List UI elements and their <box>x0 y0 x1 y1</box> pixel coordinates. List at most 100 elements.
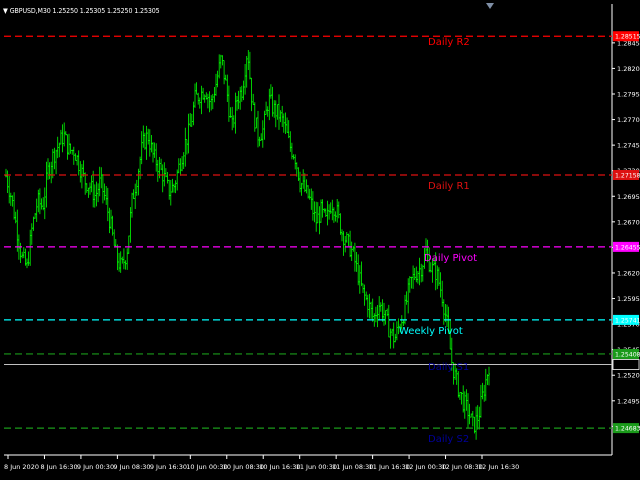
price-bar <box>100 167 103 189</box>
price-bar <box>206 93 209 109</box>
price-bar <box>392 322 395 349</box>
price-bar <box>226 74 229 102</box>
price-bar <box>121 256 124 264</box>
time-axis-tick-label: 10 Jun 16:30 <box>259 463 300 471</box>
chart-window[interactable]: 1.28451.28201.27951.27701.27451.27201.26… <box>0 0 640 480</box>
price-level-tag-label: 1.27158 <box>615 172 640 179</box>
price-axis-tick-label: 1.2670 <box>617 218 640 226</box>
price-bar <box>43 187 46 220</box>
price-bar <box>114 239 117 248</box>
price-bar <box>63 122 66 147</box>
price-bar <box>59 129 62 145</box>
price-bar <box>202 87 205 100</box>
price-bar <box>355 252 358 272</box>
price-chart[interactable]: 1.28451.28201.27951.27701.27451.27201.26… <box>0 0 640 480</box>
price-bar <box>223 60 226 85</box>
price-bar <box>163 162 166 187</box>
price-bar <box>139 156 142 180</box>
price-bar <box>192 101 195 126</box>
price-bar <box>471 411 474 427</box>
price-bar <box>258 136 261 147</box>
price-bar <box>111 215 114 236</box>
price-bar <box>185 139 188 155</box>
symbol-ohlc-text: GBPUSD,M30 1.25250 1.25305 1.25250 1.253… <box>9 7 160 15</box>
symbol-info-bar: ▼ GBPUSD,M30 1.25250 1.25305 1.25250 1.25… <box>3 7 160 15</box>
time-axis-tick-label: 12 Jun 08:30 <box>442 463 483 471</box>
pivot-level-label: Weekly Pivot <box>399 326 463 337</box>
price-bar <box>127 235 130 254</box>
price-bar <box>140 131 143 165</box>
price-bar <box>92 170 95 208</box>
price-bar <box>345 232 348 243</box>
time-axis-tick-label: 12 Jun 16:30 <box>478 463 519 471</box>
price-bar <box>142 125 145 148</box>
price-bar <box>418 257 421 286</box>
price-bar <box>349 230 352 258</box>
price-bar <box>341 229 343 242</box>
price-bar <box>261 120 264 148</box>
price-bar <box>187 113 190 154</box>
time-axis-tick-label: 11 Jun 08:30 <box>332 463 373 471</box>
price-bar <box>366 294 369 318</box>
price-bar <box>35 198 38 222</box>
price-bar <box>281 105 284 127</box>
price-bar <box>152 142 154 163</box>
price-bar <box>177 158 180 174</box>
price-bar <box>394 333 397 343</box>
price-bar <box>101 174 104 204</box>
collapse-triangle-icon[interactable]: ▼ <box>3 7 8 15</box>
price-bar <box>481 382 484 400</box>
price-bar <box>313 201 316 223</box>
price-bar <box>156 159 159 182</box>
chart-shift-marker-icon[interactable] <box>486 3 494 9</box>
price-bar <box>476 405 479 430</box>
price-bar <box>169 180 172 206</box>
price-bar <box>248 51 251 80</box>
pivot-level-label: Daily R1 <box>428 181 470 192</box>
price-bar <box>51 148 54 179</box>
price-bar <box>488 366 490 386</box>
price-bar <box>286 117 289 133</box>
price-bar <box>190 113 193 127</box>
price-bar <box>307 185 310 199</box>
price-bar <box>347 233 350 247</box>
price-bar <box>72 146 75 165</box>
price-bar <box>116 244 119 271</box>
price-bar <box>439 272 442 298</box>
price-bar <box>40 198 43 210</box>
price-bar <box>379 302 382 312</box>
price-bar <box>87 187 90 198</box>
price-bar <box>245 56 248 88</box>
price-bar <box>387 304 390 338</box>
price-bar <box>273 100 276 118</box>
price-bar <box>292 154 295 160</box>
price-bar <box>294 154 297 170</box>
time-axis-tick-label: 10 Jun 00:30 <box>186 463 227 471</box>
price-bar <box>263 110 266 140</box>
price-axis-tick-label: 1.2595 <box>617 295 640 303</box>
price-bar <box>420 263 423 283</box>
current-price-tag <box>612 359 640 370</box>
time-axis-tick-label: 8 Jun 16:30 <box>40 463 77 471</box>
price-bar <box>53 147 56 170</box>
time-axis-tick-label: 11 Jun 16:30 <box>369 463 410 471</box>
time-axis-tick-label: 9 Jun 00:30 <box>77 463 114 471</box>
price-bar <box>344 236 347 253</box>
price-bar <box>368 293 371 319</box>
price-bar <box>265 101 268 115</box>
price-bar <box>279 110 282 123</box>
price-level-tag-label: 1.25741 <box>615 317 640 324</box>
price-bar <box>119 251 122 273</box>
price-bar <box>257 110 259 148</box>
price-bar <box>376 305 379 328</box>
price-bar <box>93 184 96 208</box>
price-bar <box>234 92 237 134</box>
price-bar <box>247 50 250 70</box>
time-axis-tick-label: 11 Jun 00:30 <box>296 463 337 471</box>
price-bar <box>244 64 247 95</box>
price-bar <box>299 171 301 193</box>
price-bar <box>462 385 465 413</box>
price-bar <box>79 161 82 183</box>
price-bar <box>478 406 481 430</box>
price-bar <box>126 248 129 270</box>
